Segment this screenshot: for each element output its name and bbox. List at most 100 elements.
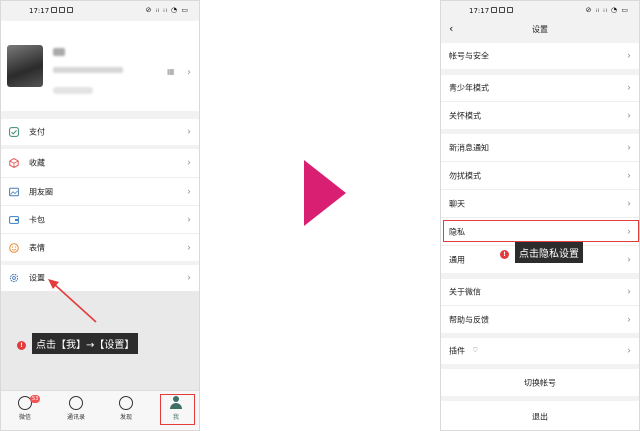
status-bar: 17:17 ⊘ ᵢₗ ᵢₗ ◔ ▭ bbox=[441, 1, 639, 21]
contacts-icon bbox=[69, 396, 83, 410]
avatar[interactable] bbox=[7, 45, 43, 87]
settings-item-label: 新消息通知 bbox=[449, 143, 489, 152]
tab-label: 通讯录 bbox=[66, 414, 85, 421]
chevron-right-icon: › bbox=[627, 50, 631, 62]
chevron-right-icon: › bbox=[627, 314, 631, 325]
chevron-right-icon: › bbox=[187, 272, 191, 284]
person-icon bbox=[169, 396, 183, 410]
settings-item-plugins[interactable]: 插件 ⛉ › bbox=[441, 338, 639, 364]
settings-item-chat[interactable]: 聊天 › bbox=[441, 189, 639, 217]
settings-item-do-not-disturb[interactable]: 勿扰模式 › bbox=[441, 161, 639, 189]
chevron-right-icon: › bbox=[627, 170, 631, 181]
settings-item-label: 关于微信 bbox=[449, 287, 481, 297]
page-title: 设置 bbox=[532, 25, 548, 34]
status-time: 17:17 bbox=[469, 7, 490, 15]
right-phone-screen: 17:17 ⊘ ᵢₗ ᵢₗ ◔ ▭ ‹ 设置 帐号与安全 › 青少年模式 › 关… bbox=[440, 0, 640, 431]
menu-item-label: 设置 bbox=[29, 273, 45, 283]
settings-item-label: 关怀模式 bbox=[449, 111, 481, 120]
profile-card[interactable]: ▦ › bbox=[1, 21, 199, 111]
settings-item-account-security[interactable]: 帐号与安全 › bbox=[441, 43, 639, 69]
tab-discover[interactable]: 发现 bbox=[106, 395, 146, 427]
status-time: 17:17 bbox=[29, 7, 50, 15]
instruction-callout: 点击隐私设置 bbox=[515, 242, 583, 263]
settings-item-label: 隐私 bbox=[449, 227, 465, 236]
settings-item-label: 帮助与反馈 bbox=[449, 315, 489, 324]
signal-battery-icons: ⊘ ᵢₗ ᵢₗ ◔ ▭ bbox=[145, 6, 189, 14]
settings-item-label: 插件 bbox=[449, 346, 465, 356]
tab-label: 微信 bbox=[18, 414, 31, 421]
shield-icon: ⛉ bbox=[473, 347, 478, 354]
step-marker: ! bbox=[17, 341, 26, 350]
tab-contacts[interactable]: 通讯录 bbox=[56, 395, 96, 427]
pay-icon bbox=[9, 127, 19, 137]
bottom-tab-bar: 53 微信 通讯录 发现 我 bbox=[1, 390, 199, 430]
chevron-right-icon: › bbox=[627, 226, 631, 237]
chevron-right-icon: › bbox=[187, 67, 191, 78]
logout-button[interactable]: 退出 bbox=[441, 401, 639, 430]
wechat-id-blurred bbox=[53, 67, 123, 73]
settings-icon bbox=[9, 273, 19, 283]
navigation-bar: ‹ 设置 bbox=[441, 21, 639, 39]
settings-item-teen-mode[interactable]: 青少年模式 › bbox=[441, 75, 639, 101]
logout-label: 退出 bbox=[532, 412, 548, 421]
menu-item-settings[interactable]: 设置 › bbox=[1, 265, 199, 291]
settings-item-label: 聊天 bbox=[449, 199, 465, 208]
cards-icon bbox=[9, 215, 19, 224]
status-bar: 17:17 ⊘ ᵢₗ ᵢₗ ◔ ▭ bbox=[1, 1, 199, 21]
signal-battery-icons: ⊘ ᵢₗ ᵢₗ ◔ ▭ bbox=[585, 6, 629, 14]
status-blurred[interactable] bbox=[53, 87, 93, 94]
chevron-right-icon: › bbox=[627, 254, 631, 265]
favorites-icon bbox=[9, 158, 19, 168]
chevron-right-icon: › bbox=[627, 82, 631, 94]
tab-label: 发现 bbox=[119, 414, 132, 421]
settings-item-help-feedback[interactable]: 帮助与反馈 › bbox=[441, 305, 639, 333]
menu-item-label: 收藏 bbox=[29, 158, 45, 168]
unread-badge: 53 bbox=[30, 395, 41, 403]
settings-item-privacy[interactable]: 隐私 › bbox=[441, 217, 639, 245]
next-step-arrow-icon bbox=[304, 160, 346, 226]
notification-icon bbox=[51, 7, 57, 13]
chevron-right-icon: › bbox=[627, 110, 631, 121]
chevron-right-icon: › bbox=[187, 242, 191, 253]
settings-item-label: 通用 bbox=[449, 255, 465, 264]
notification-icon bbox=[507, 7, 513, 13]
qr-code-icon[interactable]: ▦ bbox=[167, 67, 175, 76]
chevron-right-icon: › bbox=[627, 142, 631, 153]
settings-item-label: 勿扰模式 bbox=[449, 171, 481, 180]
menu-item-label: 表情 bbox=[29, 243, 45, 252]
nickname-blurred bbox=[53, 48, 65, 56]
chevron-right-icon: › bbox=[627, 286, 631, 298]
instruction-callout: 点击【我】→【设置】 bbox=[32, 333, 139, 354]
step-marker: ! bbox=[500, 250, 509, 259]
settings-item-notifications[interactable]: 新消息通知 › bbox=[441, 134, 639, 161]
chevron-right-icon: › bbox=[187, 186, 191, 197]
menu-item-pay[interactable]: 支付 › bbox=[1, 119, 199, 145]
chevron-right-icon: › bbox=[627, 198, 631, 209]
menu-item-favorites[interactable]: 收藏 › bbox=[1, 149, 199, 177]
settings-item-care-mode[interactable]: 关怀模式 › bbox=[441, 101, 639, 129]
tab-chats[interactable]: 53 微信 bbox=[5, 395, 45, 427]
left-phone-screen: 17:17 ⊘ ᵢₗ ᵢₗ ◔ ▭ ▦ › 支付 › 收藏 › 朋友圈 › 卡包… bbox=[0, 0, 200, 431]
menu-item-label: 支付 bbox=[29, 127, 45, 137]
notification-icon bbox=[499, 7, 505, 13]
compass-icon bbox=[119, 396, 133, 410]
chevron-right-icon: › bbox=[187, 126, 191, 138]
chevron-right-icon: › bbox=[627, 345, 631, 357]
moments-icon bbox=[9, 187, 19, 196]
switch-account-button[interactable]: 切换帐号 bbox=[441, 369, 639, 396]
menu-item-emoji[interactable]: 表情 › bbox=[1, 233, 199, 261]
settings-item-about[interactable]: 关于微信 › bbox=[441, 279, 639, 305]
menu-item-cards[interactable]: 卡包 › bbox=[1, 205, 199, 233]
tab-me[interactable]: 我 bbox=[156, 395, 196, 427]
notification-icon bbox=[491, 7, 497, 13]
settings-item-label: 青少年模式 bbox=[449, 83, 489, 93]
menu-item-label: 卡包 bbox=[29, 215, 45, 224]
chevron-right-icon: › bbox=[187, 214, 191, 225]
notification-icon bbox=[59, 7, 65, 13]
emoji-icon bbox=[9, 242, 19, 253]
chevron-right-icon: › bbox=[187, 157, 191, 169]
notification-icon bbox=[67, 7, 73, 13]
menu-item-moments[interactable]: 朋友圈 › bbox=[1, 177, 199, 205]
settings-item-label: 帐号与安全 bbox=[449, 51, 489, 61]
switch-account-label: 切换帐号 bbox=[524, 378, 556, 387]
